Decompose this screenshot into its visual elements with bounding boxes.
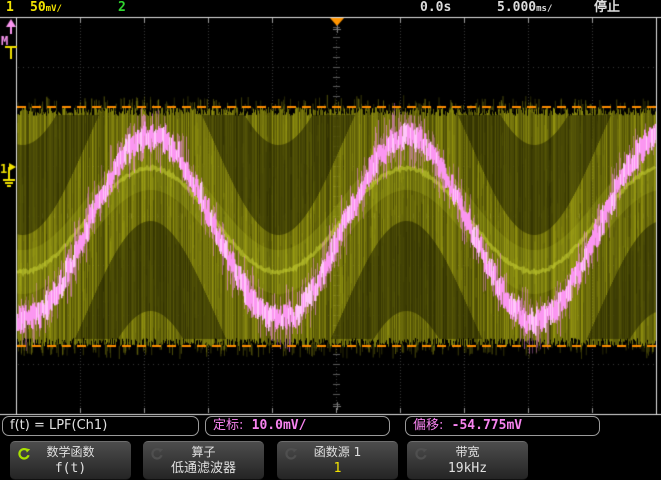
softkey-math-function[interactable]: 数学函数 f(t) <box>10 441 131 480</box>
softkey-function-source[interactable]: 函数源 1 1 <box>277 441 398 480</box>
scope-display-canvas <box>0 0 661 480</box>
cycle-icon <box>414 447 428 461</box>
channel1-badge[interactable]: 1 <box>6 0 14 16</box>
math-scale-value: 10.0mV/ <box>252 418 307 433</box>
math-scale-label: 定标: <box>213 418 243 433</box>
softkey-operator[interactable]: 算子 低通滤波器 <box>143 441 264 480</box>
math-scale-readout[interactable]: 定标: 10.0mV/ <box>205 416 390 436</box>
delay-readout[interactable]: 0.0s <box>420 0 451 16</box>
math-offset-readout[interactable]: 偏移: -54.775mV <box>405 416 600 436</box>
softkey-function-source-value: 1 <box>277 461 398 477</box>
math-definition-readout: f(t) = LPF(Ch1) <box>2 416 199 436</box>
timebase-readout[interactable]: 5.000ms/ <box>497 0 552 16</box>
softkey-operator-value: 低通滤波器 <box>143 461 264 477</box>
cycle-icon <box>17 447 31 461</box>
math-offset-label: 偏移: <box>413 418 443 433</box>
timebase-unit: ms/ <box>536 4 552 14</box>
channel1-scale-unit: mV/ <box>46 4 62 14</box>
cycle-icon <box>150 447 164 461</box>
cycle-icon <box>284 447 298 461</box>
oscilloscope-screen: 1 50mV/ 2 0.0s 5.000ms/ 停止 f(t) = LPF(Ch… <box>0 0 661 480</box>
softkey-bandwidth[interactable]: 带宽 19kHz <box>407 441 528 480</box>
channel1-scale-value: 50 <box>30 0 46 15</box>
timebase-value: 5.000 <box>497 0 536 15</box>
channel1-scale-readout[interactable]: 50mV/ <box>30 0 62 16</box>
channel2-badge[interactable]: 2 <box>118 0 126 16</box>
softkey-math-function-value: f(t) <box>10 461 131 477</box>
math-offset-value: -54.775mV <box>452 418 522 433</box>
softkey-bandwidth-value: 19kHz <box>407 461 528 477</box>
acquisition-state: 停止 <box>594 0 620 16</box>
